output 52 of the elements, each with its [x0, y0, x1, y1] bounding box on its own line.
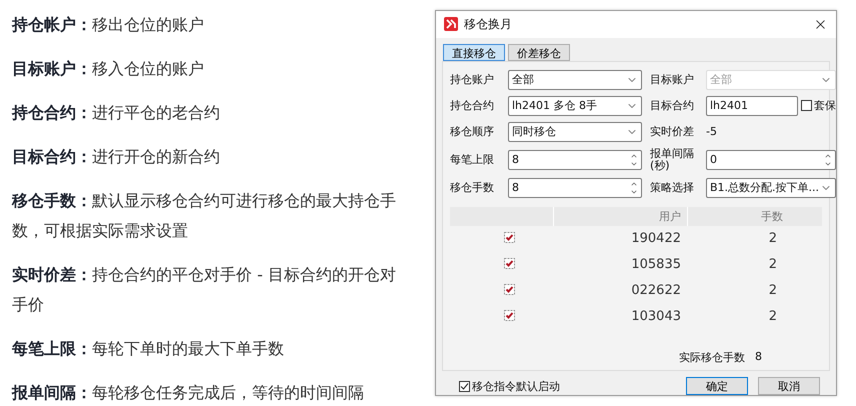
definition-text: 目标合约：进行开仓的新合约: [12, 146, 221, 168]
checkbox[interactable]: 套保: [801, 98, 836, 114]
definition-text: 目标账户：移入仓位的账户: [12, 58, 205, 80]
checkbox[interactable]: [504, 310, 515, 321]
dropdown[interactable]: lh2401 多仓 8手: [508, 96, 642, 116]
field-label: 持仓账户: [450, 74, 495, 86]
definition-text: 每笔上限：每轮下单时的最大下单手数: [12, 338, 285, 360]
field-label: 目标合约: [650, 100, 695, 112]
definition-text: 持仓帐户：移出仓位的账户: [12, 14, 205, 36]
table-cell-text: 022622: [630, 283, 682, 298]
checkbox[interactable]: [504, 284, 515, 295]
price-spread-value: -5: [706, 125, 718, 138]
dropdown[interactable]: B1.总数分配.按下单...: [706, 178, 836, 198]
checkbox[interactable]: [504, 258, 515, 269]
dropdown[interactable]: 全部: [508, 70, 642, 90]
checkbox[interactable]: 移仓指令默认启动: [459, 378, 676, 394]
tab[interactable]: 价差移仓: [508, 44, 570, 61]
field-label: 移仓顺序: [450, 126, 495, 138]
definition-text: 持仓合约：进行平仓的老合约: [12, 102, 221, 124]
spin-field[interactable]: 8: [508, 150, 642, 170]
table-cell-text: 2: [768, 283, 778, 298]
definition-text: 移仓手数：默认显示移仓合约可进行移仓的最大持仓手数，可根据实际需求设置: [12, 190, 397, 242]
field-label: 实时价差: [650, 126, 695, 138]
field-label: 每笔上限: [450, 154, 495, 166]
dropdown[interactable]: 同时移仓: [508, 122, 642, 142]
table-cell-text: 2: [768, 257, 778, 272]
dialog-button[interactable]: 取消: [758, 377, 820, 395]
definition-text: 报单间隔：每轮移仓任务完成后，等待的时间间隔: [12, 382, 365, 404]
table-cell-text: 2: [768, 231, 778, 246]
field-label: 移仓手数: [450, 182, 495, 194]
field-label: 目标账户: [650, 74, 695, 86]
check-icon: [460, 382, 469, 390]
input-field[interactable]: lh2401: [706, 96, 798, 116]
app-logo-icon: [444, 17, 458, 32]
definition-text: 实时价差：持仓合约的平仓对手价 - 目标合约的开仓对手价: [12, 264, 397, 316]
table-cell-text: 105835: [630, 257, 682, 272]
field-label: 持仓合约: [450, 100, 495, 112]
table-cell-text: 190422: [630, 231, 682, 246]
field-label: 报单间隔(秒): [650, 148, 695, 172]
tab[interactable]: 直接移仓: [443, 44, 505, 61]
table-cell-text: 2: [768, 309, 778, 324]
table-cell-text: 103043: [630, 309, 682, 324]
checkbox[interactable]: [504, 232, 515, 243]
window-title: 移仓换月: [464, 16, 513, 33]
spin-field[interactable]: 0: [706, 150, 836, 170]
summary-value: 8: [755, 350, 762, 365]
field-label: 策略选择: [650, 182, 695, 194]
column-header: 手数: [687, 206, 789, 226]
summary-label: 实际移仓手数: [679, 350, 745, 365]
spin-field[interactable]: 8: [508, 178, 642, 198]
dialog-button[interactable]: 确定: [686, 377, 748, 395]
column-header: 用户: [553, 206, 687, 226]
